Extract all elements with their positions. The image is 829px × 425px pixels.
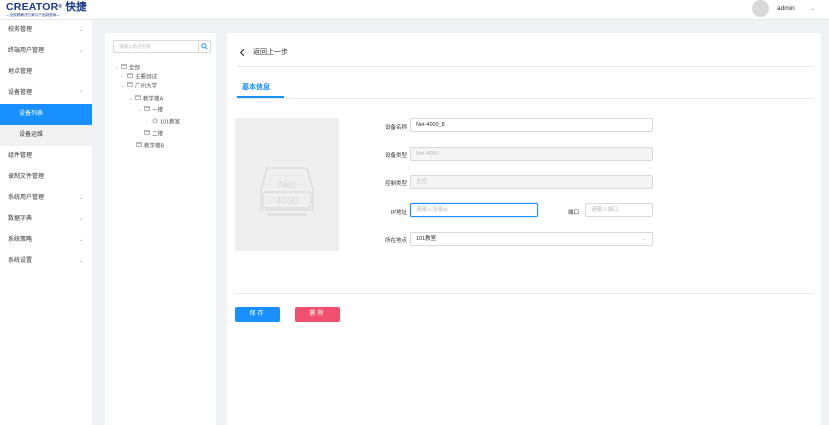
divider <box>237 66 813 67</box>
save-button[interactable]: 保存 <box>235 307 280 322</box>
chevron-up-icon: ⌃ <box>79 90 84 96</box>
tree-node[interactable]: 教学楼B <box>136 142 164 150</box>
tree-node[interactable]: › 101教室 <box>146 118 180 126</box>
sidebar-item-label: 终端用户管理 <box>8 48 45 54</box>
search-button[interactable] <box>198 41 210 52</box>
sidebar-item-label: 系统设置 <box>8 258 33 264</box>
top-bar: CREATOR® 快捷 —全视频解决方案与产品制造商— admin ⌄ <box>0 0 829 20</box>
port-label: 端口 <box>567 210 579 216</box>
sidebar-item-label: 设备管理 <box>8 90 33 96</box>
sidebar-item-label: 系统用户管理 <box>8 195 45 201</box>
sidebar-item-locations[interactable]: 地点管理 <box>0 62 92 83</box>
folder-icon <box>144 106 150 114</box>
username[interactable]: admin <box>777 5 795 12</box>
sidebar: 校务管理 ⌄ 终端用户管理 ⌄ 地点管理 设备管理 ⌃ 设备列表 设备运维 组件… <box>0 20 92 425</box>
chevron-down-icon: ⌄ <box>79 195 84 201</box>
avatar[interactable] <box>752 0 769 17</box>
back-label: 返回上一步 <box>253 49 288 56</box>
chevron-down-icon: ⌄ <box>641 236 646 242</box>
location-label: 所在地点 <box>384 238 407 244</box>
logo-tagline: —全视频解决方案与产品制造商— <box>6 13 60 17</box>
search-icon <box>201 43 208 50</box>
device-type-field: Net-4000 <box>410 147 653 161</box>
sidebar-item-label: 校务管理 <box>8 27 33 33</box>
chevron-down-icon: ⌄ <box>79 237 84 243</box>
tree-node[interactable]: 二楼 <box>144 130 163 138</box>
device-image-text-net: Net <box>278 179 295 191</box>
device-image-text-model: 4000 <box>276 196 299 207</box>
sidebar-item-components[interactable]: 组件管理 <box>0 146 92 167</box>
device-image: Net 4000 <box>235 118 339 251</box>
tree-node[interactable]: › 主要测试 <box>121 73 157 81</box>
sidebar-item-recordings[interactable]: 录制文件管理 <box>0 167 92 188</box>
delete-button[interactable]: 删除 <box>295 307 340 322</box>
port-field[interactable] <box>585 203 653 217</box>
sidebar-item-system-settings[interactable]: 系统设置 ⌄ <box>0 251 92 272</box>
logo-text: CREATOR <box>6 1 59 13</box>
tree-node[interactable]: ⌄ 广州大学 <box>121 82 157 90</box>
tree-node[interactable]: ⌄ 全部 <box>115 64 140 72</box>
ip-address-label: IP地址 <box>390 210 407 216</box>
device-detail-panel: 返回上一步 基本信息 Net 4000 设备名称 Net-4000_8 设备类型… <box>227 33 821 425</box>
control-type-field: 主控 <box>410 175 653 189</box>
back-button[interactable]: 返回上一步 <box>237 46 288 58</box>
ip-address-field[interactable] <box>410 203 538 217</box>
sidebar-item-label: 地点管理 <box>8 69 33 75</box>
home-icon <box>152 118 158 126</box>
chevron-down-icon: ⌄ <box>79 258 84 264</box>
sidebar-item-label: 系统策略 <box>8 237 33 243</box>
sidebar-item-label: 录制文件管理 <box>8 174 45 180</box>
chevron-down-icon: ⌄ <box>79 48 84 54</box>
sidebar-item-system-policy[interactable]: 系统策略 ⌄ <box>0 230 92 251</box>
sidebar-item-terminal-users[interactable]: 终端用户管理 ⌄ <box>0 41 92 62</box>
sidebar-subitem-device-ops[interactable]: 设备运维 <box>0 125 92 146</box>
ip-address-input[interactable] <box>416 204 537 216</box>
folder-icon <box>121 64 127 72</box>
sidebar-item-school-affairs[interactable]: 校务管理 ⌄ <box>0 20 92 41</box>
device-illustration: Net 4000 <box>260 167 314 216</box>
folder-icon <box>127 73 133 81</box>
chevron-left-icon <box>237 47 247 57</box>
control-type-label: 控制类型 <box>384 181 407 187</box>
tree-node[interactable]: ⌄ 教学楼A <box>129 95 163 103</box>
folder-icon <box>135 95 141 103</box>
chevron-down-icon: ⌄ <box>79 216 84 222</box>
device-name-label: 设备名称 <box>384 125 407 131</box>
tree-node[interactable]: ⌄ 一楼 <box>138 106 163 114</box>
sidebar-item-label: 组件管理 <box>8 153 33 159</box>
device-type-label: 设备类型 <box>384 153 407 159</box>
port-input[interactable] <box>591 204 652 216</box>
chevron-down-icon[interactable]: ⌄ <box>810 5 815 12</box>
location-select[interactable]: 101教室 ⌄ <box>410 232 653 246</box>
sidebar-item-data-dictionary[interactable]: 数据字典 ⌄ <box>0 209 92 230</box>
divider <box>235 293 813 294</box>
device-name-field[interactable]: Net-4000_8 <box>410 118 653 132</box>
folder-icon <box>127 82 133 90</box>
folder-icon <box>136 142 142 150</box>
location-tree-panel: ⌄全部 ›主要测试 ⌄广州大学 ⌄教学楼A ⌄一楼 ›101教室 二楼 教学楼B <box>105 33 216 425</box>
tree-search-box <box>113 40 211 53</box>
chevron-down-icon: ⌄ <box>79 27 84 33</box>
logo-cn-text: 快捷 <box>65 1 87 13</box>
tab-basic-info[interactable]: 基本信息 <box>242 82 270 92</box>
sidebar-item-devices[interactable]: 设备管理 ⌃ <box>0 83 92 104</box>
sidebar-item-system-users[interactable]: 系统用户管理 ⌄ <box>0 188 92 209</box>
folder-icon <box>144 130 150 138</box>
sidebar-subitem-device-list[interactable]: 设备列表 <box>0 104 92 125</box>
divider <box>237 98 813 99</box>
logo: CREATOR® 快捷 —全视频解决方案与产品制造商— <box>6 1 87 18</box>
sidebar-item-label: 数据字典 <box>8 216 33 222</box>
tree-search-input[interactable] <box>114 41 194 52</box>
